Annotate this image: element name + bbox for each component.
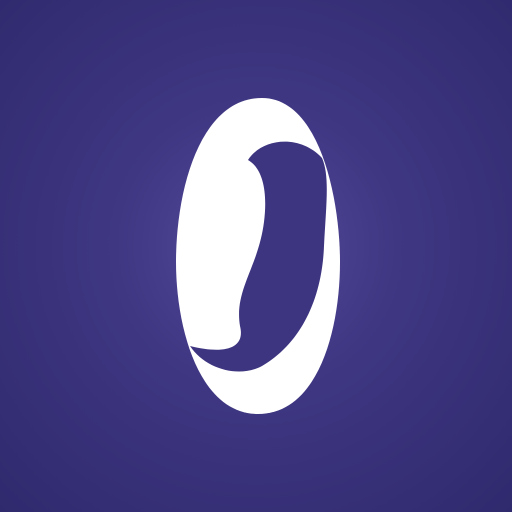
ring-logo-icon xyxy=(176,98,340,414)
app-icon xyxy=(0,0,512,512)
